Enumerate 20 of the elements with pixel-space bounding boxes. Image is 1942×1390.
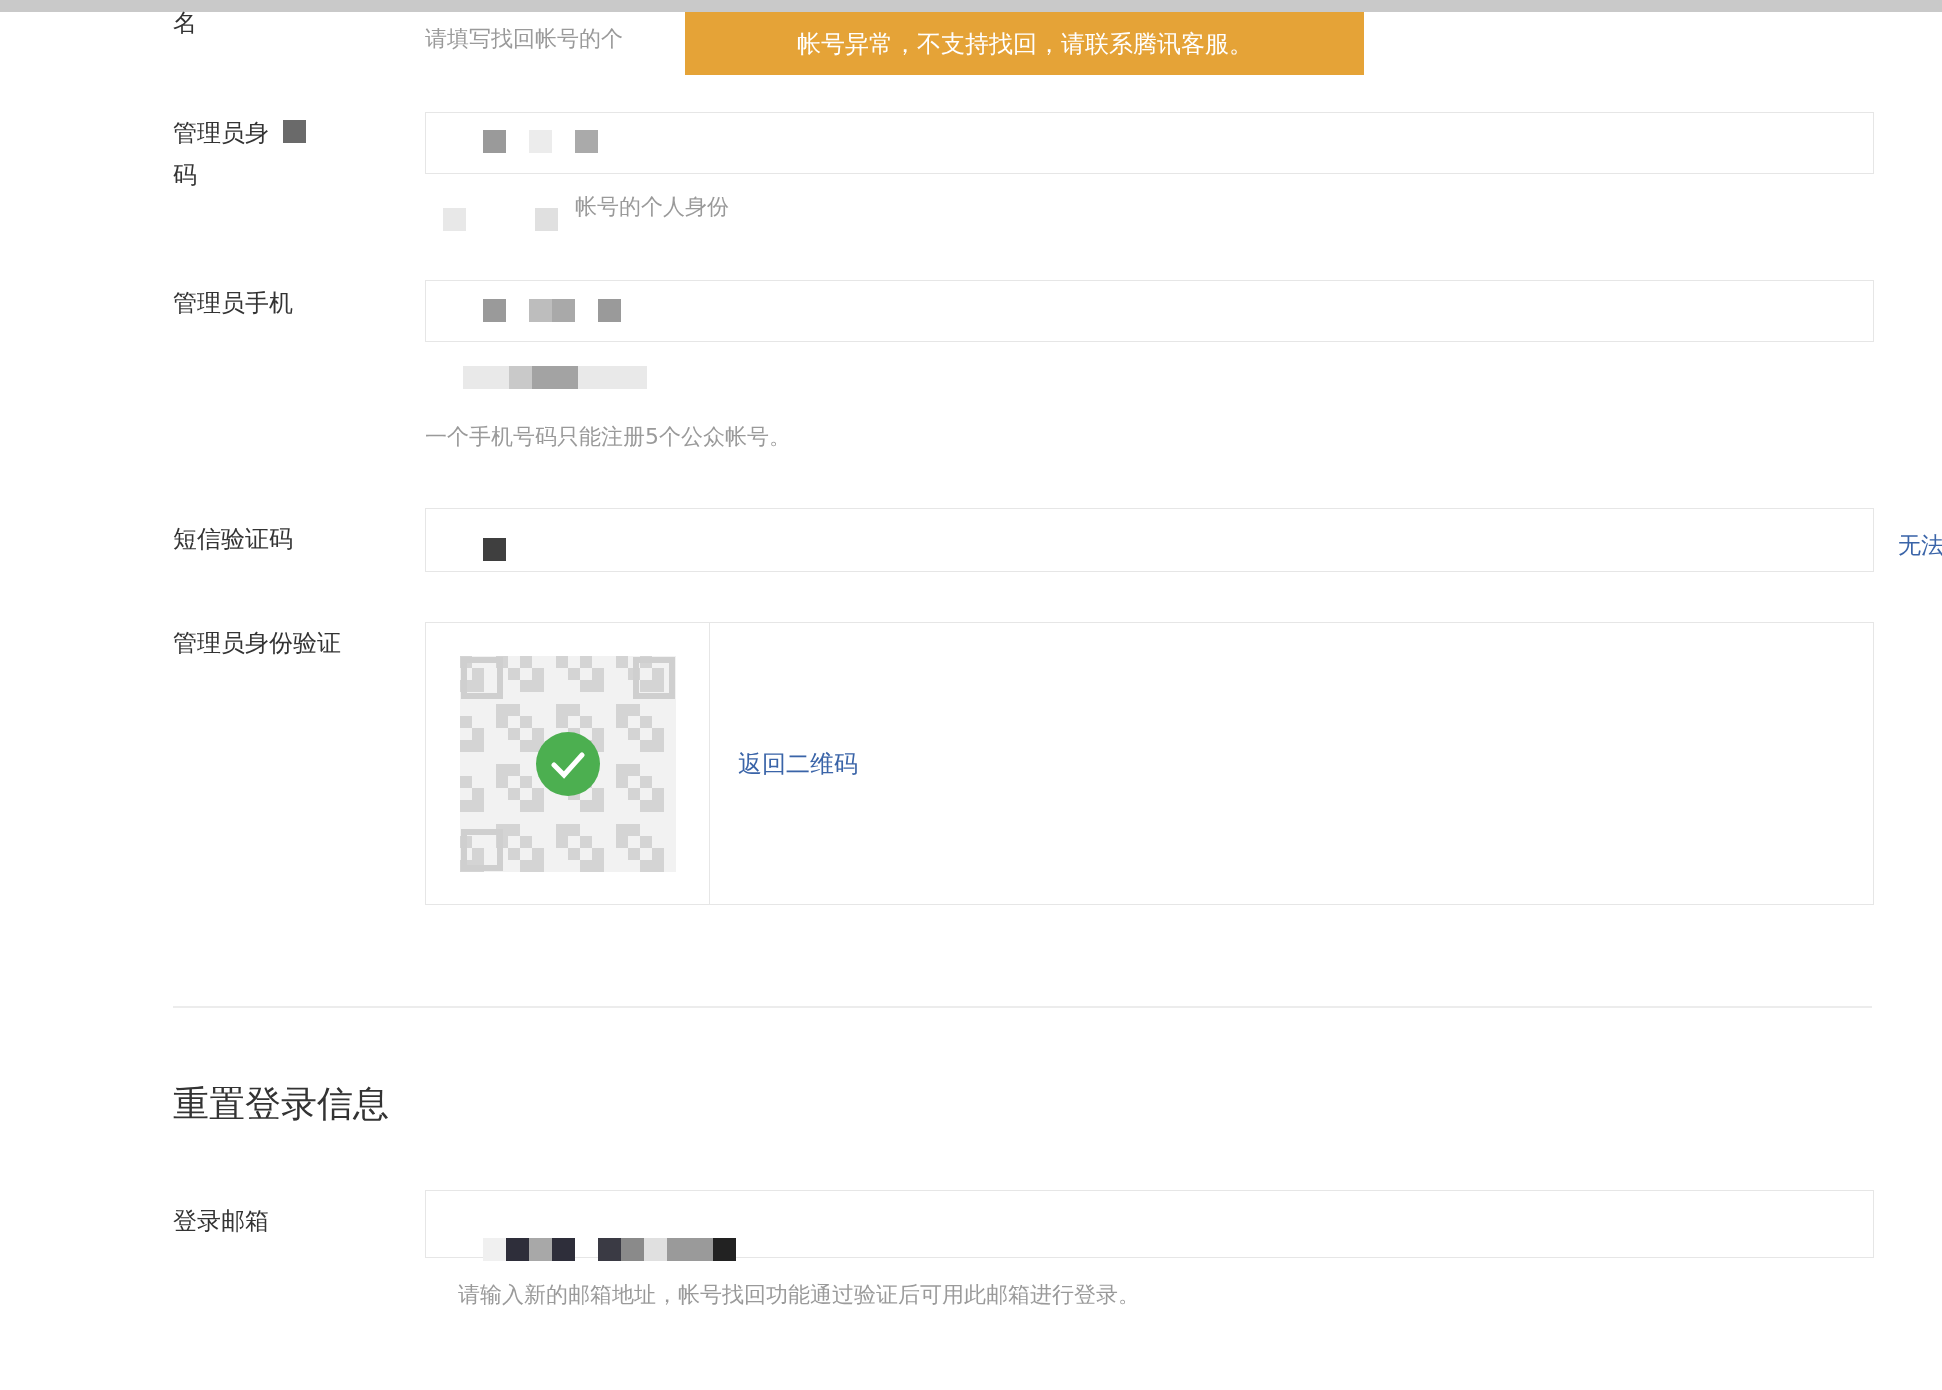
field-label: 短信验证码 (173, 524, 293, 555)
input-field[interactable] (425, 112, 1874, 174)
input-field[interactable] (425, 280, 1874, 342)
redaction-mosaic (483, 538, 506, 561)
field-label: 管理员身 (173, 118, 269, 149)
field-hint: 请填写找回帐号的个 (425, 25, 623, 53)
field-label: 管理员手机 (173, 288, 293, 319)
field-hint: 一个手机号码只能注册5个公众帐号。 (425, 423, 791, 451)
input-field[interactable] (425, 1190, 1874, 1258)
field-label: 登录邮箱 (173, 1206, 269, 1237)
field-label: 管理员身份验证 (173, 628, 341, 659)
back-to-qr-link[interactable]: 返回二维码 (738, 747, 858, 780)
error-toast: 帐号异常，不支持找回，请联系腾讯客服。 (685, 12, 1364, 75)
field-label: 码 (173, 160, 197, 191)
redaction-mosaic (283, 120, 306, 143)
field-label: 名 (173, 8, 197, 39)
field-hint: 请输入新的邮箱地址，帐号找回功能通过验证后可用此邮箱进行登录。 (458, 1281, 1140, 1309)
input-field[interactable] (425, 508, 1874, 572)
section-title: 重置登录信息 (173, 1082, 390, 1126)
field-hint: 帐号的个人身份 (575, 193, 729, 221)
